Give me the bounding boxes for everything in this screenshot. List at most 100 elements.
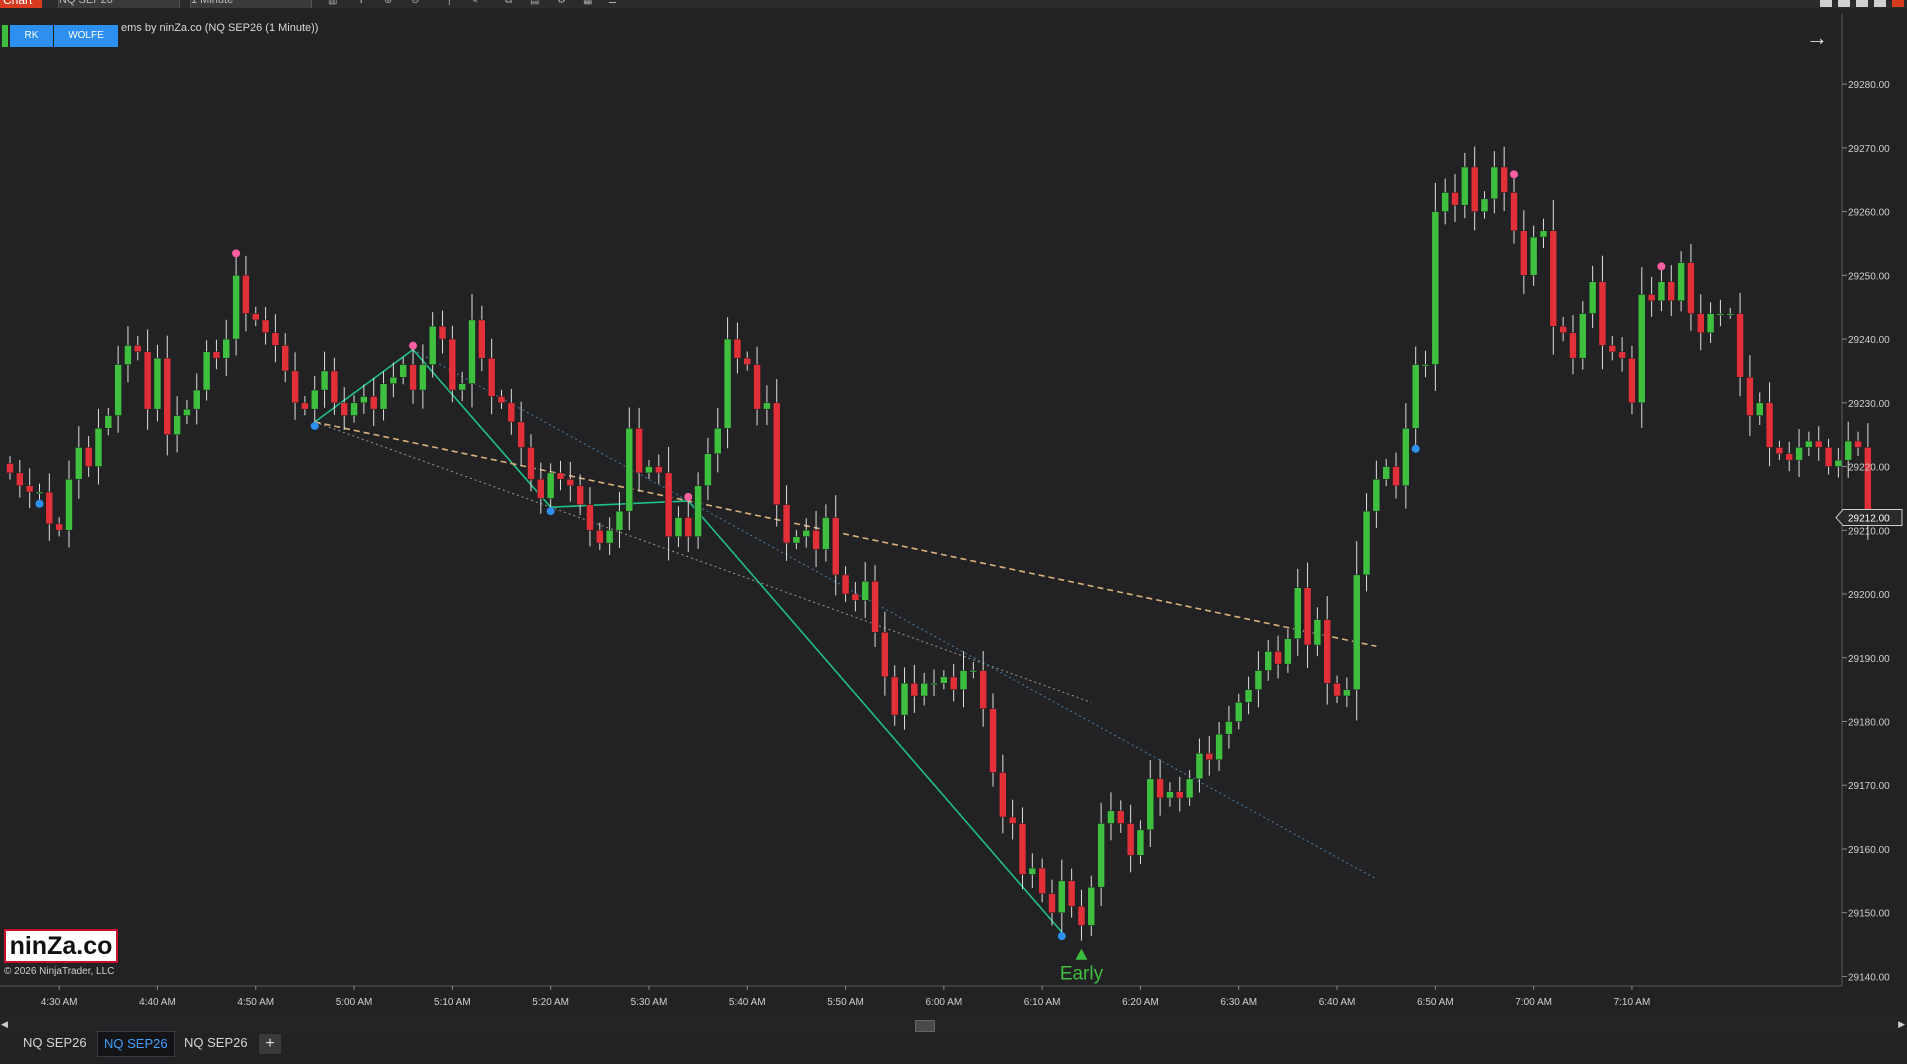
bull-candle [625, 428, 634, 512]
wolfe-line-2-4 [412, 349, 1377, 880]
price-tick-label: 29200.00 [1848, 590, 1890, 601]
bear-candle [1618, 351, 1626, 359]
bear-candle [949, 676, 958, 690]
price-tick-label: 29170.00 [1848, 781, 1890, 792]
bull-candle [65, 479, 73, 531]
bull-candle [959, 670, 968, 690]
time-tick-label: 5:40 AM [729, 997, 766, 1008]
bear-candle [163, 357, 172, 435]
pivot-low-marker [310, 421, 319, 430]
bull-candle [1254, 670, 1263, 690]
bear-candle [1775, 447, 1784, 455]
signal-label: Early [1060, 964, 1104, 985]
arrow-right-icon[interactable]: → [1806, 25, 1828, 51]
bull-candle [1638, 294, 1646, 404]
bear-candle [1598, 281, 1607, 346]
bear-candle [301, 402, 309, 410]
horizontal-scrollbar[interactable]: ◀ ▶ [0, 1017, 1907, 1033]
bear-candle [1520, 230, 1528, 276]
bear-candle [1470, 166, 1479, 212]
time-tick-label: 5:10 AM [434, 997, 471, 1008]
bear-candle [261, 319, 270, 333]
price-tick-label: 29220.00 [1848, 463, 1890, 474]
bear-candle [281, 345, 289, 372]
tab-nq-sep26-2[interactable]: NQ SEP26 [97, 1031, 175, 1057]
bull-candle [35, 491, 44, 494]
scroll-right-icon[interactable]: ▶ [1898, 1019, 1905, 1030]
wolfe-button[interactable]: WOLFE [54, 25, 118, 47]
time-tick-label: 6:30 AM [1220, 997, 1257, 1008]
time-tick-label: 7:10 AM [1614, 997, 1651, 1008]
scroll-left-icon[interactable]: ◀ [1, 1019, 8, 1030]
bear-candle [596, 530, 604, 544]
bull-candle [1805, 440, 1813, 448]
chart-trader-strip[interactable] [2, 25, 8, 47]
price-tick-label: 29210.00 [1848, 526, 1890, 537]
bear-candle [1510, 192, 1518, 231]
tab-nq-sep26-1[interactable]: NQ SEP26 [17, 1031, 93, 1055]
bull-candle [1441, 192, 1449, 212]
bear-candle [1854, 440, 1862, 448]
bull-candle [1244, 689, 1253, 703]
bull-candle [1844, 440, 1852, 461]
bear-candle [655, 466, 663, 474]
bull-candle [1402, 428, 1410, 486]
bull-candle [969, 670, 978, 673]
bull-candle [645, 466, 653, 474]
bull-candle [1372, 479, 1381, 512]
price-tick-label: 29250.00 [1848, 271, 1890, 282]
bull-candle [1431, 211, 1440, 365]
bear-candle [537, 479, 545, 499]
bull-candle [704, 453, 712, 486]
bear-candle [890, 676, 899, 716]
bull-candle [1343, 689, 1351, 697]
bull-candle [1411, 364, 1420, 429]
add-tab-button[interactable]: + [259, 1034, 281, 1054]
wolfe-wave-zigzag [314, 348, 1063, 933]
bear-candle [1824, 447, 1833, 467]
bull-candle [94, 428, 103, 467]
copyright-text: © 2026 NinjaTrader, LLC [4, 966, 115, 977]
tab-nq-sep26-3[interactable]: NQ SEP26 [178, 1031, 254, 1055]
bull-candle [802, 530, 810, 537]
bear-candle [1008, 816, 1017, 824]
bear-candle [16, 472, 24, 486]
price-tick-label: 29260.00 [1848, 208, 1890, 219]
bull-candle [723, 338, 732, 429]
bull-candle [763, 402, 771, 410]
bull-candle [193, 389, 201, 410]
indicator-title: ems by ninZa.co (NQ SEP26 (1 Minute)) [121, 22, 319, 34]
bear-candle [1303, 587, 1312, 646]
bear-candle [989, 708, 997, 773]
bear-candle [812, 530, 820, 550]
bull-candle [1539, 230, 1548, 238]
bull-candle [1706, 313, 1715, 333]
pivot-high-marker [1657, 262, 1666, 271]
pivot-low-marker [546, 507, 555, 516]
time-tick-label: 6:10 AM [1024, 997, 1061, 1008]
bear-candle [1549, 230, 1558, 327]
pivot-high-marker [409, 341, 418, 350]
current-price-label: 29212.00 [1848, 514, 1890, 525]
bear-candle [1451, 192, 1459, 206]
scrollbar-thumb[interactable] [915, 1020, 935, 1032]
bear-candle [999, 772, 1007, 818]
pivot-low-marker [1411, 444, 1420, 453]
bull-candle [1382, 466, 1390, 480]
bear-candle [1067, 880, 1076, 907]
wolfe-wave-overlay [314, 348, 1377, 933]
bear-candle [1038, 867, 1046, 894]
bear-candle [1018, 823, 1027, 875]
price-tick-label: 29230.00 [1848, 399, 1890, 410]
price-chart[interactable]: Early 29280.0029270.0029260.0029250.0029… [0, 0, 1907, 1064]
bull-candle [173, 415, 181, 435]
bull-candle [930, 682, 938, 685]
pivot-high-marker [1509, 170, 1518, 179]
signal-arrow-up-icon [1075, 948, 1088, 960]
price-tick-label: 29180.00 [1848, 717, 1890, 728]
rk-button[interactable]: RK [10, 25, 53, 47]
bull-candle [1087, 886, 1096, 926]
bull-candle [1215, 733, 1223, 760]
bull-candle [1677, 262, 1685, 302]
time-tick-label: 4:50 AM [237, 997, 274, 1008]
